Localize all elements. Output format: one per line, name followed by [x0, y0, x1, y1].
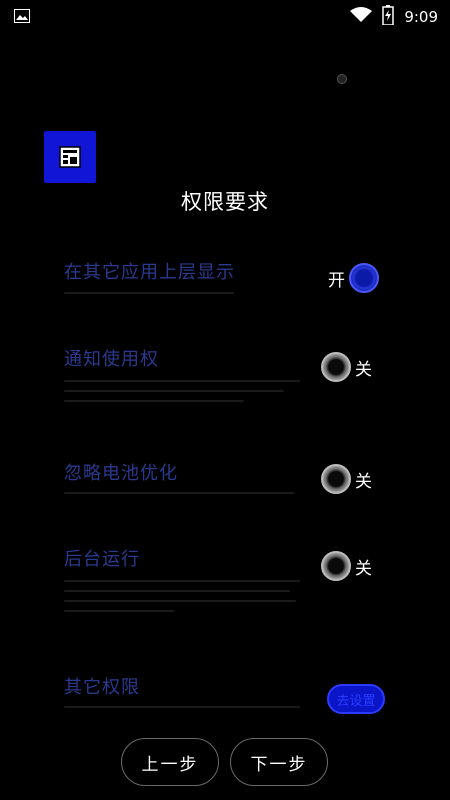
toggle-knob [321, 352, 351, 382]
permission-desc-overlay [64, 284, 300, 294]
permission-title-other: 其它权限 [64, 677, 140, 698]
toggle-overlay[interactable]: 开 [328, 263, 379, 293]
toggle-background[interactable]: 关 [321, 551, 372, 581]
battery-charging-icon [382, 5, 395, 29]
toggle-battery[interactable]: 关 [321, 464, 372, 494]
permission-title-background: 后台运行 [64, 549, 140, 570]
toggle-state-label: 开 [328, 270, 345, 291]
toggle-knob [321, 464, 351, 494]
next-button[interactable]: 下一步 [230, 738, 328, 786]
toggle-state-label: 关 [355, 471, 372, 492]
wifi-icon [350, 7, 373, 27]
image-icon [14, 8, 30, 27]
status-bar: 9:09 [0, 0, 450, 30]
go-settings-button[interactable]: 去设置 [327, 684, 385, 714]
toggle-knob [321, 551, 351, 581]
toggle-knob [349, 263, 379, 293]
permission-desc-notification [64, 372, 300, 402]
permission-desc-battery [64, 484, 300, 494]
permission-title-overlay: 在其它应用上层显示 [64, 262, 235, 283]
app-logo-icon [44, 131, 96, 183]
status-time: 9:09 [404, 8, 438, 26]
page-title: 权限要求 [181, 190, 269, 214]
permission-title-notification: 通知使用权 [64, 349, 159, 370]
permission-desc-background [64, 572, 300, 612]
camera-dot-icon [337, 74, 347, 84]
permission-desc-other [64, 698, 300, 708]
toggle-notification[interactable]: 关 [321, 352, 372, 382]
permission-title-battery: 忽略电池优化 [64, 463, 178, 484]
previous-button[interactable]: 上一步 [121, 738, 219, 786]
toggle-state-label: 关 [355, 558, 372, 579]
toggle-state-label: 关 [355, 359, 372, 380]
